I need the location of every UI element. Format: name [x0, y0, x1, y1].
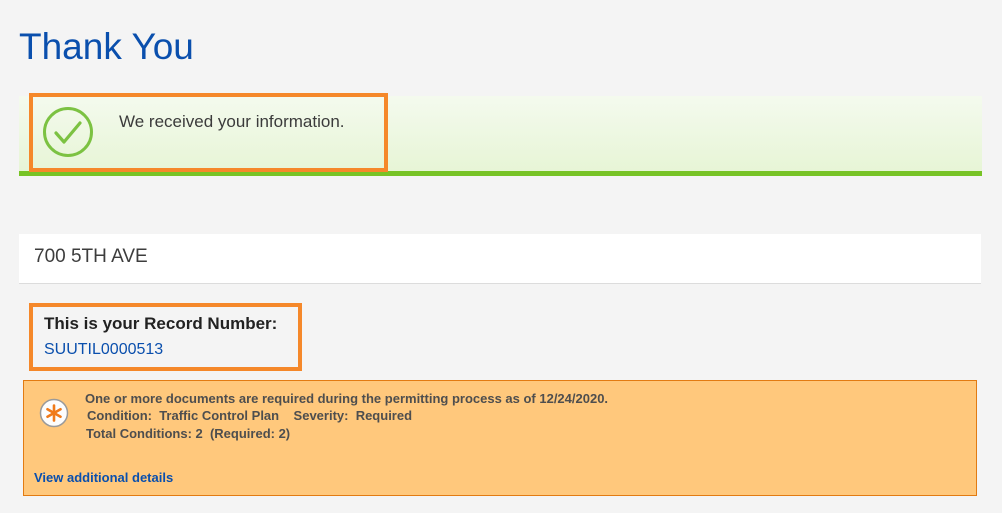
- conditions-notice: One or more documents are required durin…: [23, 380, 977, 496]
- notice-message: One or more documents are required durin…: [85, 391, 609, 406]
- asterisk-icon: [39, 398, 69, 428]
- notice-total-conditions: Total Conditions: 2 (Required: 2): [86, 426, 291, 441]
- thank-you-page: Thank You We received your information. …: [0, 0, 1002, 513]
- address-panel: 700 5TH AVE: [19, 234, 981, 284]
- page-title: Thank You: [19, 26, 194, 67]
- notice-condition: Condition: Traffic Control Plan Severity…: [87, 408, 413, 423]
- view-additional-details-link[interactable]: View additional details: [34, 470, 173, 485]
- record-number-link[interactable]: SUUTIL0000513: [44, 341, 163, 359]
- record-number-label: This is your Record Number:: [44, 314, 278, 333]
- address-text: 700 5TH AVE: [34, 246, 148, 267]
- success-message: We received your information.: [119, 112, 345, 131]
- check-circle-icon: [42, 106, 94, 158]
